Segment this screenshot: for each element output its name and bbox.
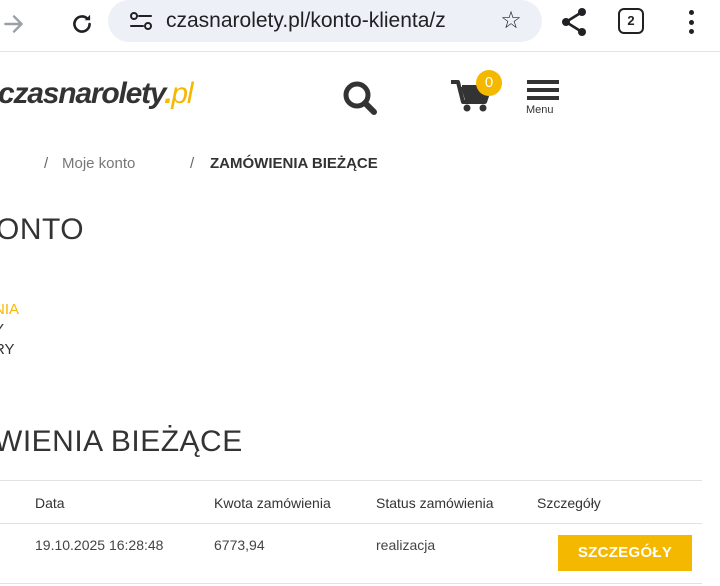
arrow-right-icon xyxy=(4,15,23,33)
logo-tld: pl xyxy=(171,77,193,110)
site-settings-icon[interactable] xyxy=(128,9,154,33)
account-menu: NIA Y RY xyxy=(0,300,19,360)
menu-label: Menu xyxy=(526,104,554,116)
order-date: 19.10.2025 16:28:48 xyxy=(35,537,164,553)
breadcrumb-my-account[interactable]: Moje konto xyxy=(62,154,135,174)
share-button[interactable] xyxy=(556,4,592,40)
reload-icon xyxy=(73,14,91,33)
search-icon xyxy=(343,81,377,115)
order-amount: 6773,94 xyxy=(214,537,265,553)
share-icon xyxy=(562,8,586,36)
breadcrumb-separator: / xyxy=(44,155,49,172)
reload-button[interactable] xyxy=(62,4,102,44)
account-menu-item-orders-current[interactable]: NIA xyxy=(0,300,19,320)
url-text[interactable]: czasnarolety.pl/konto-klienta/z xyxy=(166,9,488,33)
order-details-button[interactable]: SZCZEGÓŁY xyxy=(558,535,692,571)
orders-heading: WIENIA BIEŻĄCE xyxy=(0,425,243,458)
bookmark-star-icon[interactable]: ☆ xyxy=(498,8,524,34)
column-header-details: Szczegóły xyxy=(537,495,601,511)
breadcrumb-separator: / xyxy=(190,155,195,172)
account-heading: ONTO xyxy=(0,213,85,246)
site-logo[interactable]: czasnarolety.pl xyxy=(0,74,194,114)
order-status: realizacja xyxy=(376,537,436,553)
address-bar[interactable]: czasnarolety.pl/konto-klienta/z ☆ xyxy=(108,0,542,42)
column-header-amount: Kwota zamówienia xyxy=(214,495,331,511)
column-header-date: Data xyxy=(35,495,65,511)
account-menu-item[interactable]: RY xyxy=(0,340,19,360)
cart-count-badge: 0 xyxy=(476,70,502,96)
more-options-icon[interactable] xyxy=(676,6,706,38)
logo-main: czasnarolety xyxy=(0,77,165,110)
table-row: 19.10.2025 16:28:48 6773,94 realizacja S… xyxy=(0,524,702,584)
browser-toolbar: czasnarolety.pl/konto-klienta/z ☆ 2 xyxy=(0,0,720,52)
search-button[interactable] xyxy=(340,78,380,118)
forward-button[interactable] xyxy=(0,4,34,44)
hamburger-icon xyxy=(527,80,559,84)
breadcrumb-current: ZAMÓWIENIA BIEŻĄCE xyxy=(210,155,378,172)
account-menu-item[interactable]: Y xyxy=(0,320,19,340)
menu-button[interactable]: Menu xyxy=(526,78,562,118)
column-header-status: Status zamówienia xyxy=(376,495,494,511)
table-header: Data Kwota zamówienia Status zamówienia … xyxy=(0,480,702,524)
tab-switcher-button[interactable]: 2 xyxy=(618,8,644,34)
